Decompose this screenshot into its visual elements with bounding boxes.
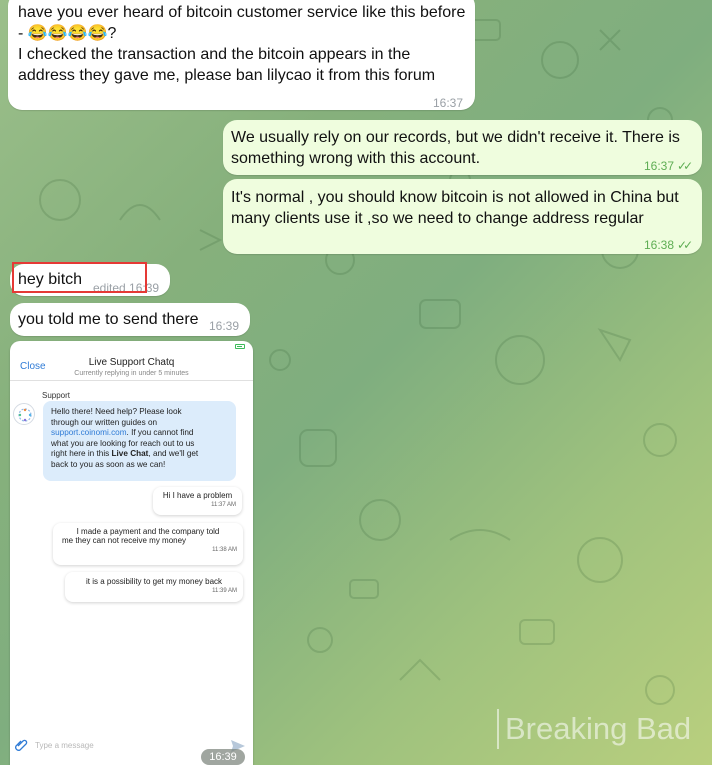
time-text: 16:37 bbox=[644, 159, 675, 173]
support-message: Hello there! Need help? Please look thro… bbox=[43, 401, 236, 481]
support-text: , and we'll get bbox=[148, 449, 199, 459]
attached-screenshot[interactable]: Close Live Support Chatq Currently reply… bbox=[10, 341, 253, 765]
coinomi-logo-icon bbox=[18, 408, 32, 422]
support-line: support.coinomi.com. If you cannot find bbox=[51, 428, 228, 439]
battery-icon bbox=[235, 344, 245, 349]
live-chat-text: Live Chat bbox=[111, 449, 149, 459]
user-chat-message: it is a possibility to get my money back… bbox=[65, 572, 243, 602]
user-message-text: Hi I have a problem bbox=[162, 491, 233, 500]
outgoing-message[interactable]: It's normal , you should know bitcoin is… bbox=[223, 179, 702, 254]
support-line: through our written guides on bbox=[51, 417, 158, 427]
message-line: have you ever heard of bitcoin customer … bbox=[18, 4, 466, 21]
message-input[interactable]: Type a message bbox=[35, 741, 94, 750]
message-time-badge: 16:39 bbox=[201, 749, 245, 765]
message-text: - bbox=[18, 25, 28, 42]
chat-title: Live Support Chatq bbox=[88, 357, 175, 368]
emoji-laughing: 😂😂😂😂 bbox=[27, 25, 108, 42]
user-chat-message: I made a payment and the company told me… bbox=[53, 523, 243, 565]
support-text: right here in this bbox=[51, 449, 112, 459]
watermark: Breaking Bad bbox=[497, 709, 691, 749]
user-chat-message: Hi I have a problem 11:37 AM bbox=[153, 487, 242, 515]
chat-header: Close Live Support Chatq Currently reply… bbox=[10, 341, 253, 381]
support-avatar bbox=[13, 403, 35, 425]
message-line: something wrong with this account. bbox=[231, 150, 481, 167]
message-time: 16:37 ✓✓ bbox=[644, 156, 693, 177]
incoming-message[interactable]: have you ever heard of bitcoin customer … bbox=[8, 0, 475, 110]
message-line: We usually rely on our records, but we d… bbox=[231, 129, 680, 146]
message-line: many clients use it ,so we need to chang… bbox=[231, 210, 644, 227]
message-text: ? bbox=[107, 25, 117, 42]
chat-subtitle: Currently replying in under 5 minutes bbox=[74, 370, 189, 377]
message-line: It's normal , you should know bitcoin is… bbox=[231, 189, 679, 206]
support-label: Support bbox=[42, 391, 71, 400]
read-checkmarks-icon: ✓✓ bbox=[677, 159, 693, 173]
message-line: - 😂😂😂😂? bbox=[18, 23, 116, 44]
message-time: 16:37 bbox=[433, 96, 464, 110]
user-message-time: 11:38 AM bbox=[212, 547, 237, 553]
support-text: . If you cannot find bbox=[126, 428, 194, 438]
support-line: right here in this Live Chat, and we'll … bbox=[51, 449, 228, 460]
user-message-text: it is a possibility to get my money back bbox=[85, 577, 223, 586]
user-message-text: me they can not receive my money bbox=[62, 536, 187, 545]
support-link[interactable]: support.coinomi.com bbox=[51, 428, 127, 437]
incoming-message[interactable]: you told me to send there 16:39 bbox=[10, 303, 250, 336]
support-line: back to you as soon as we can! bbox=[51, 459, 166, 469]
support-line: what you are looking for reach out to us bbox=[51, 438, 195, 448]
message-line: address they gave me, please ban lilycao… bbox=[18, 67, 436, 84]
message-line: I checked the transaction and the bitcoi… bbox=[18, 46, 411, 63]
message-time: 16:39 bbox=[209, 319, 240, 333]
message-time: 16:38 ✓✓ bbox=[644, 235, 693, 256]
red-highlight-box bbox=[12, 262, 147, 293]
paperclip-icon[interactable] bbox=[14, 738, 28, 752]
user-message-text: I made a payment and the company told bbox=[76, 527, 220, 536]
support-line: Hello there! Need help? Please look bbox=[51, 407, 182, 416]
user-message-time: 11:37 AM bbox=[211, 502, 236, 508]
message-text: you told me to send there bbox=[18, 311, 199, 328]
time-text: 16:38 bbox=[644, 238, 675, 252]
read-checkmarks-icon: ✓✓ bbox=[677, 238, 693, 252]
user-message-time: 11:39 AM bbox=[212, 588, 237, 594]
outgoing-message[interactable]: We usually rely on our records, but we d… bbox=[223, 120, 702, 175]
